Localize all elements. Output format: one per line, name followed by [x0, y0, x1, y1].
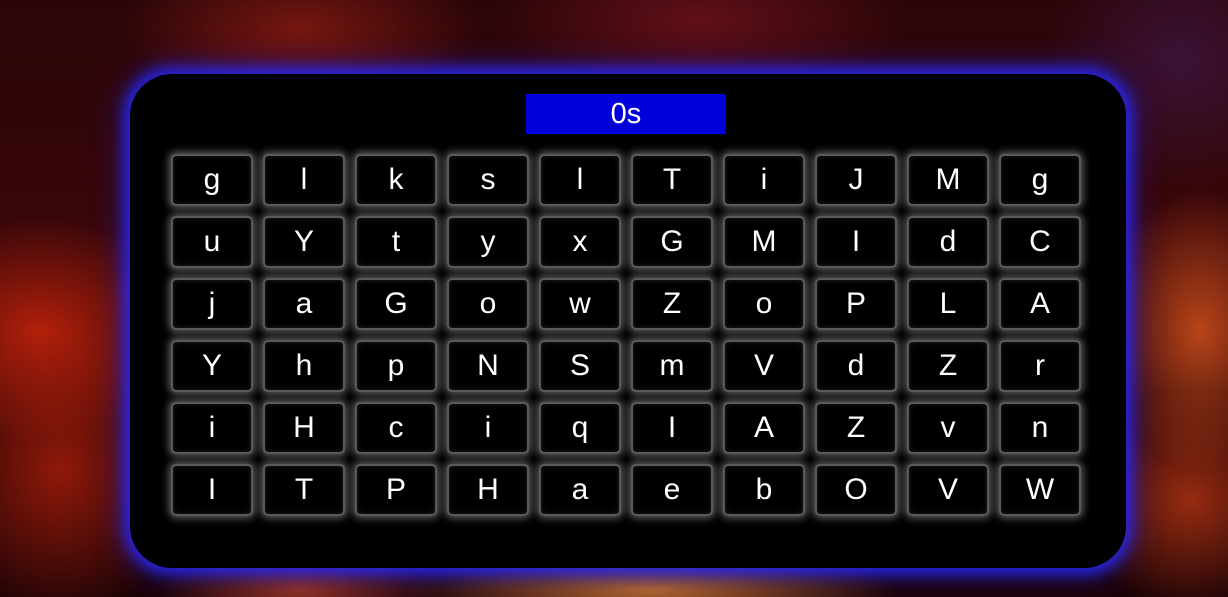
letter-tile[interactable]: l: [539, 154, 621, 206]
letter-tile[interactable]: J: [815, 154, 897, 206]
letter-tile[interactable]: N: [447, 340, 529, 392]
letter-tile[interactable]: i: [171, 402, 253, 454]
letter-tile[interactable]: W: [999, 464, 1081, 516]
letter-tile[interactable]: I: [171, 464, 253, 516]
letter-tile[interactable]: q: [539, 402, 621, 454]
letter-tile[interactable]: V: [907, 464, 989, 516]
timer-display: 0s: [526, 94, 726, 134]
letter-tile[interactable]: y: [447, 216, 529, 268]
letter-tile[interactable]: k: [355, 154, 437, 206]
letter-tile[interactable]: n: [999, 402, 1081, 454]
letter-tile[interactable]: c: [355, 402, 437, 454]
letter-tile[interactable]: a: [263, 278, 345, 330]
letter-tile[interactable]: V: [723, 340, 805, 392]
letter-tile[interactable]: O: [815, 464, 897, 516]
letter-tile[interactable]: g: [171, 154, 253, 206]
letter-tile[interactable]: i: [447, 402, 529, 454]
letter-tile[interactable]: r: [999, 340, 1081, 392]
game-board: 0s glkslTiJMguYtyxGMIdCjaGowZoPLAYhpNSmV…: [130, 74, 1126, 568]
letter-tile[interactable]: G: [355, 278, 437, 330]
letter-tile[interactable]: G: [631, 216, 713, 268]
letter-tile[interactable]: M: [907, 154, 989, 206]
letter-tile[interactable]: v: [907, 402, 989, 454]
letter-tile[interactable]: g: [999, 154, 1081, 206]
letter-tile[interactable]: Z: [815, 402, 897, 454]
letter-tile[interactable]: m: [631, 340, 713, 392]
letter-tile[interactable]: o: [447, 278, 529, 330]
letter-tile[interactable]: P: [355, 464, 437, 516]
letter-tile[interactable]: Y: [263, 216, 345, 268]
letter-tile[interactable]: M: [723, 216, 805, 268]
letter-tile[interactable]: a: [539, 464, 621, 516]
letter-tile[interactable]: Z: [631, 278, 713, 330]
letter-tile[interactable]: j: [171, 278, 253, 330]
letter-tile[interactable]: o: [723, 278, 805, 330]
letter-tile[interactable]: T: [263, 464, 345, 516]
letter-tile[interactable]: s: [447, 154, 529, 206]
letter-tile[interactable]: i: [723, 154, 805, 206]
letter-tile[interactable]: l: [263, 154, 345, 206]
letter-tile[interactable]: P: [815, 278, 897, 330]
letter-tile[interactable]: H: [263, 402, 345, 454]
letter-tile[interactable]: p: [355, 340, 437, 392]
letter-tile[interactable]: C: [999, 216, 1081, 268]
letter-tile[interactable]: H: [447, 464, 529, 516]
letter-tile[interactable]: I: [631, 402, 713, 454]
letter-tile[interactable]: w: [539, 278, 621, 330]
letter-tile[interactable]: A: [999, 278, 1081, 330]
letter-tile[interactable]: Y: [171, 340, 253, 392]
letter-tile[interactable]: I: [815, 216, 897, 268]
letter-grid: glkslTiJMguYtyxGMIdCjaGowZoPLAYhpNSmVdZr…: [171, 154, 1081, 516]
letter-tile[interactable]: d: [907, 216, 989, 268]
letter-tile[interactable]: t: [355, 216, 437, 268]
letter-tile[interactable]: S: [539, 340, 621, 392]
letter-tile[interactable]: e: [631, 464, 713, 516]
letter-tile[interactable]: Z: [907, 340, 989, 392]
letter-tile[interactable]: b: [723, 464, 805, 516]
letter-tile[interactable]: d: [815, 340, 897, 392]
letter-tile[interactable]: L: [907, 278, 989, 330]
letter-tile[interactable]: A: [723, 402, 805, 454]
letter-tile[interactable]: h: [263, 340, 345, 392]
letter-tile[interactable]: u: [171, 216, 253, 268]
letter-tile[interactable]: T: [631, 154, 713, 206]
letter-tile[interactable]: x: [539, 216, 621, 268]
